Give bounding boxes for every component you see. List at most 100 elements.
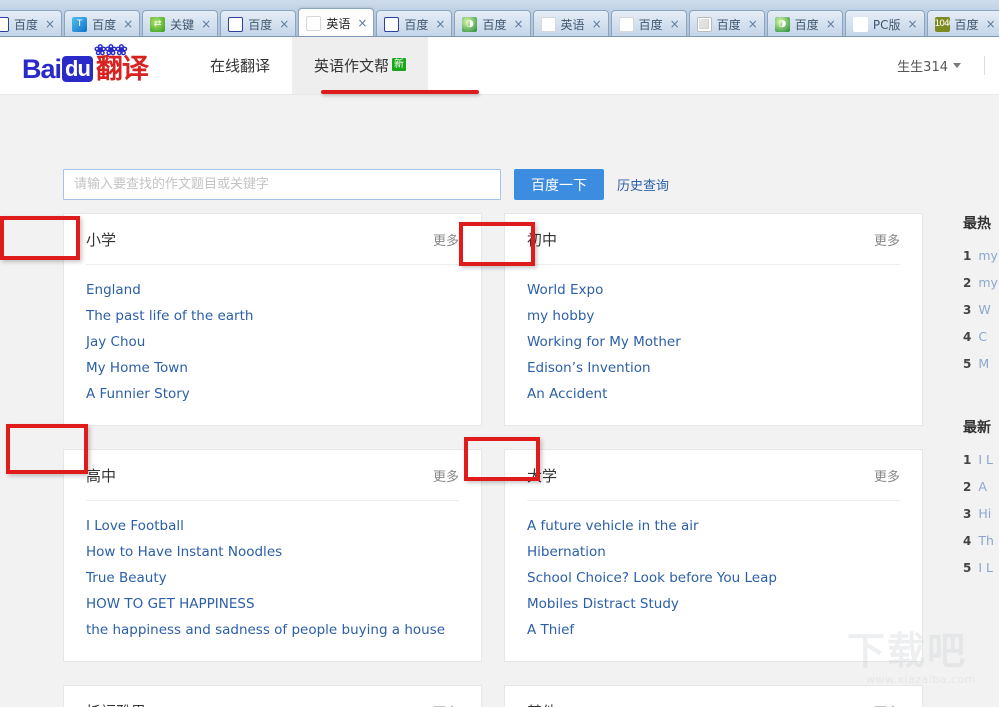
browser-tab-label: 百度	[795, 16, 819, 33]
close-icon[interactable]: ×	[279, 18, 289, 30]
essay-link[interactable]: HOW TO GET HAPPINESS	[86, 591, 459, 617]
essay-link[interactable]: How to Have Instant Noodles	[86, 539, 459, 565]
essay-link[interactable]: A future vehicle in the air	[527, 513, 900, 539]
card-header: 大学 更多	[527, 450, 900, 501]
browser-tab-label: 英语	[326, 15, 350, 32]
essay-link[interactable]: my hobby	[527, 303, 900, 329]
history-query-link[interactable]: 历史查询	[617, 175, 669, 194]
nav-item-2[interactable]: 英语作文帮新	[292, 37, 428, 94]
card-title: 大学	[527, 465, 557, 486]
essay-link[interactable]: True Beauty	[86, 565, 459, 591]
essay-link[interactable]: Hibernation	[527, 539, 900, 565]
close-icon[interactable]: ×	[201, 18, 211, 30]
sidebar-rank: 4	[963, 534, 971, 548]
essay-link[interactable]: the happiness and sadness of people buyi…	[86, 617, 459, 643]
essay-link[interactable]: England	[86, 277, 459, 303]
sidebar-link[interactable]: C	[978, 329, 987, 344]
browser-tab[interactable]: ◑百度×	[454, 10, 530, 37]
browser-tab[interactable]: 1040百度×	[927, 10, 999, 37]
card-more-link[interactable]: 更多	[433, 230, 459, 249]
card-more-link[interactable]: 更多	[874, 702, 900, 707]
essay-link[interactable]: I Love Football	[86, 513, 459, 539]
essay-link[interactable]: Jay Chou	[86, 329, 459, 355]
right-sidebar: 最热1my2my3W4C5M最新1I L2A3Hi4Th5I L	[963, 213, 999, 621]
sidebar-rank: 4	[963, 330, 971, 344]
sidebar-rank: 2	[963, 480, 971, 494]
user-menu[interactable]: 生生314	[897, 37, 961, 94]
close-icon[interactable]: ×	[45, 18, 55, 30]
card-more-link[interactable]: 更多	[433, 702, 459, 707]
card-more-link[interactable]: 更多	[874, 466, 900, 485]
sidebar-rank: 3	[963, 507, 971, 521]
sidebar-link[interactable]: I L	[978, 560, 993, 575]
essay-link[interactable]: Edison’s Invention	[527, 355, 900, 381]
sidebar-link[interactable]: I L	[978, 452, 993, 467]
essay-link[interactable]: A Thief	[527, 617, 900, 643]
browser-tab[interactable]: 译百度×	[611, 10, 687, 37]
browser-tab-label: 百度	[955, 16, 979, 33]
browser-tab[interactable]: T百度×	[64, 10, 140, 37]
sidebar-list: 1my2my3W4C5M	[963, 242, 999, 377]
browser-tab[interactable]: ❀百度×	[220, 10, 296, 37]
essay-link[interactable]: The past life of the earth	[86, 303, 459, 329]
essay-link[interactable]: My Home Town	[86, 355, 459, 381]
browser-tab[interactable]: ❀百度×	[0, 10, 62, 37]
card-more-link[interactable]: 更多	[433, 466, 459, 485]
browser-tab[interactable]: 译英语×	[533, 10, 609, 37]
close-icon[interactable]: ×	[435, 18, 445, 30]
baidu-fanyi-logo[interactable]: ❀❀❀Baidu翻译	[22, 47, 148, 86]
close-icon[interactable]: ×	[513, 18, 523, 30]
browser-tab[interactable]: ◑ 百度 ×	[767, 10, 843, 37]
browser-tab[interactable]: 译英语×	[298, 8, 374, 37]
header-divider	[984, 56, 985, 75]
search-button[interactable]: 百度一下	[514, 169, 604, 200]
close-icon[interactable]: ×	[592, 18, 602, 30]
close-icon[interactable]: ×	[748, 18, 758, 30]
card-header: 高中更多	[86, 450, 459, 501]
sidebar-link[interactable]: Th	[978, 533, 994, 548]
list-item: A Thief	[527, 617, 900, 643]
card-header: 其他 更多	[527, 686, 900, 707]
essay-link[interactable]: An Accident	[527, 381, 900, 407]
essay-link[interactable]: School Choice? Look before You Leap	[527, 565, 900, 591]
browser-tab-label: 英语	[561, 16, 585, 33]
essay-link[interactable]: Mobiles Distract Study	[527, 591, 900, 617]
browser-tab[interactable]: ❀百度×	[376, 10, 452, 37]
essay-link[interactable]: World Expo	[527, 277, 900, 303]
essay-link[interactable]: Working for My Mother	[527, 329, 900, 355]
sidebar-block: 最热 1my2my3W4C5M	[963, 213, 999, 377]
close-icon[interactable]: ×	[826, 18, 836, 30]
sidebar-link[interactable]: my	[978, 275, 998, 290]
close-icon[interactable]: ×	[357, 17, 367, 29]
close-icon[interactable]: ×	[907, 18, 917, 30]
green-globe-icon: ◑	[775, 17, 790, 32]
chevron-down-icon	[953, 63, 961, 68]
nav-item-1[interactable]: 在线翻译	[188, 37, 292, 94]
list-item: The past life of the earth	[86, 303, 459, 329]
card-title: 其他	[527, 701, 557, 707]
sidebar-link[interactable]: W	[978, 302, 990, 317]
close-icon[interactable]: ×	[986, 18, 996, 30]
browser-tab[interactable]: ɃPC版×	[845, 10, 925, 37]
close-icon[interactable]: ×	[123, 18, 133, 30]
sidebar-link[interactable]: A	[978, 479, 987, 494]
sidebar-rank: 1	[963, 453, 971, 467]
sidebar-link[interactable]: M	[978, 356, 989, 371]
list-item: World Expo	[527, 277, 900, 303]
browser-tab[interactable]: ⇄关键×	[142, 10, 218, 37]
essay-link[interactable]: A Funnier Story	[86, 381, 459, 407]
sidebar-title: 最热	[963, 213, 999, 233]
list-item: A future vehicle in the air	[527, 513, 900, 539]
card-more-link[interactable]: 更多	[874, 230, 900, 249]
search-input[interactable]	[63, 169, 501, 200]
sidebar-link[interactable]: Hi	[978, 506, 991, 521]
sidebar-list-item: 5I L	[963, 554, 999, 581]
card-header: 托福雅思更多	[86, 686, 459, 707]
browser-tab[interactable]: ⬜百度×	[689, 10, 765, 37]
close-icon[interactable]: ×	[670, 18, 680, 30]
list-item: An Accident	[527, 381, 900, 407]
sidebar-link[interactable]: my	[978, 248, 998, 263]
sidebar-list-item: 2A	[963, 473, 999, 500]
list-item: My Home Town	[86, 355, 459, 381]
essay-list: World Expomy hobbyWorking for My MotherE…	[527, 265, 900, 407]
